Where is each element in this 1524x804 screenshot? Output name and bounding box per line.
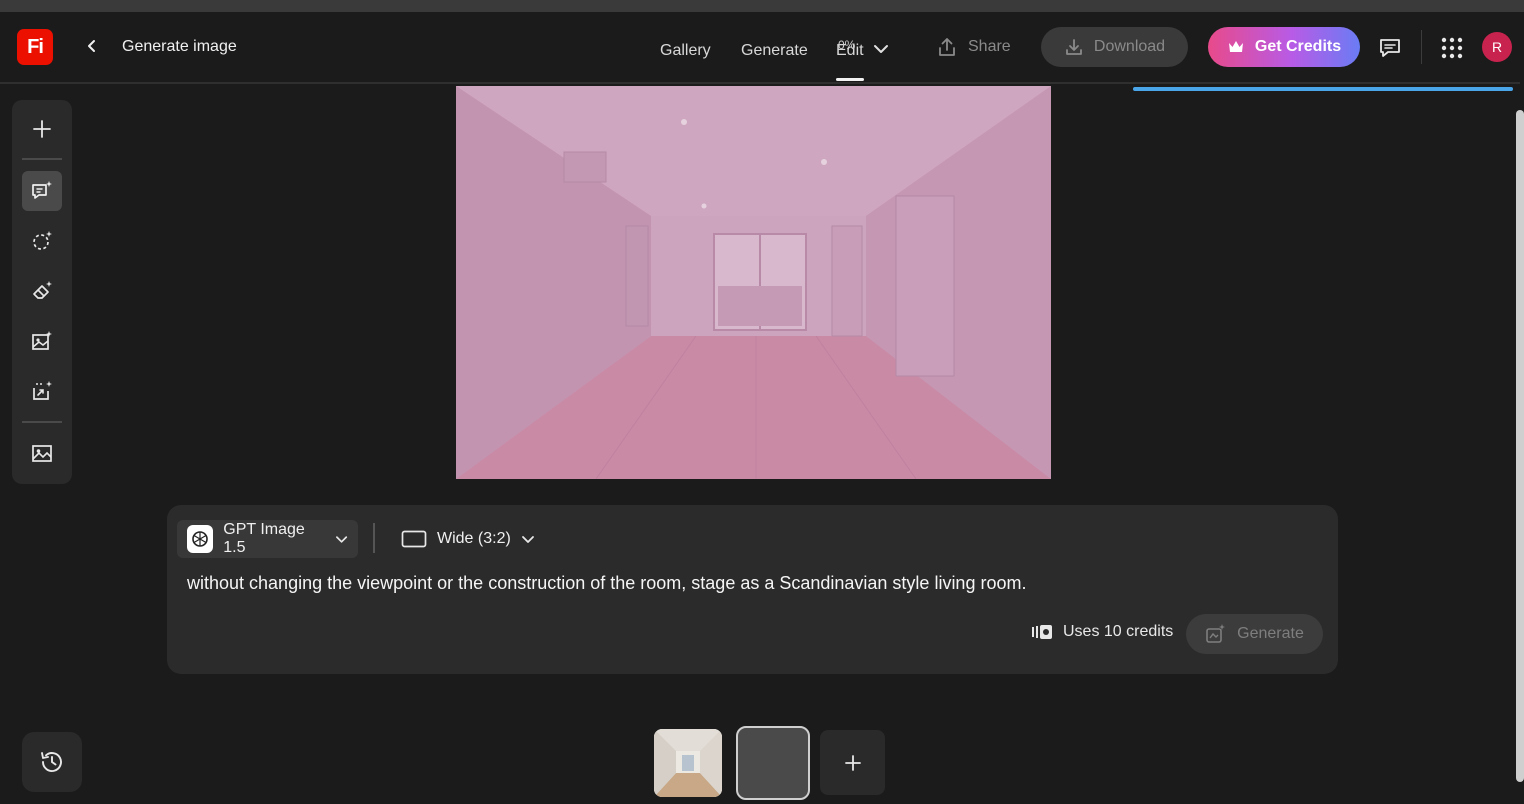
thumbnail-room-image <box>654 729 722 797</box>
share-button[interactable]: Share <box>936 34 1011 60</box>
feedback-button[interactable] <box>1376 34 1404 62</box>
header-divider-line <box>0 82 1520 84</box>
browser-top-strip <box>0 0 1524 12</box>
prompt-panel: GPT Image 1.5 Wide (3:2) without changin… <box>167 505 1338 674</box>
room-image <box>456 86 1051 479</box>
history-button[interactable] <box>22 732 82 792</box>
active-tab-indicator <box>836 78 864 81</box>
scrollbar-thumb[interactable] <box>1516 110 1524 782</box>
credits-info: Uses 10 credits <box>1031 623 1173 641</box>
add-image-button[interactable] <box>820 730 885 795</box>
apps-grid-icon <box>1441 37 1463 59</box>
crown-icon <box>1228 41 1243 52</box>
chevron-down-icon <box>335 536 347 543</box>
openai-logo-icon <box>187 525 214 553</box>
prompt-input[interactable]: without changing the viewpoint or the co… <box>187 573 1307 594</box>
apps-button[interactable] <box>1440 36 1464 60</box>
aspect-ratio-icon <box>401 530 427 548</box>
tab-generate[interactable]: Generate <box>741 42 808 60</box>
generative-fill-tool-button[interactable] <box>22 321 62 361</box>
image-tool-button[interactable] <box>22 433 62 473</box>
share-label: Share <box>968 38 1011 55</box>
aspect-ratio-label: Wide (3:2) <box>437 530 511 547</box>
add-tool-button[interactable] <box>22 109 62 149</box>
app-logo[interactable]: Fi <box>17 29 53 65</box>
share-icon <box>939 38 955 56</box>
thumbnail-original[interactable] <box>654 729 722 797</box>
thumbnail-selected[interactable] <box>736 726 810 800</box>
generation-progress-bar <box>1133 87 1513 91</box>
chevron-down-icon <box>874 45 888 53</box>
plus-icon <box>844 754 861 771</box>
app-header: Fi Generate image Gallery Generate Edit … <box>0 12 1524 82</box>
generate-sparkle-icon <box>1206 624 1226 643</box>
select-tool-button[interactable] <box>22 221 62 261</box>
image-icon <box>32 445 52 462</box>
expand-sparkle-icon <box>33 381 52 400</box>
panel-divider <box>373 523 375 553</box>
eraser-sparkle-icon <box>33 281 52 299</box>
edit-progress-badge: 0% <box>838 38 856 52</box>
tab-gallery[interactable]: Gallery <box>660 42 711 60</box>
chevron-left-icon <box>88 40 95 52</box>
credits-label: Uses 10 credits <box>1063 623 1174 640</box>
aspect-ratio-selector[interactable]: Wide (3:2) <box>401 520 535 558</box>
get-credits-button[interactable]: Get Credits <box>1208 27 1360 67</box>
prompt-edit-tool-button[interactable] <box>22 171 62 211</box>
toolbar-separator <box>22 158 62 160</box>
left-toolbar <box>12 100 72 484</box>
model-selector[interactable]: GPT Image 1.5 <box>177 520 358 558</box>
expand-tool-button[interactable] <box>22 371 62 411</box>
chevron-down-icon <box>521 536 534 543</box>
page-title: Generate image <box>122 38 237 55</box>
plus-icon <box>33 120 51 138</box>
history-icon <box>41 752 62 772</box>
canvas-image[interactable] <box>456 86 1051 479</box>
remove-tool-button[interactable] <box>22 271 62 311</box>
credits-icon <box>1032 625 1052 639</box>
chat-sparkle-icon <box>32 181 52 199</box>
model-label: GPT Image 1.5 <box>223 521 305 556</box>
header-divider <box>1421 30 1422 64</box>
generate-button[interactable]: Generate <box>1186 614 1323 654</box>
avatar[interactable]: R <box>1482 32 1512 62</box>
select-sparkle-icon <box>33 231 52 250</box>
download-button[interactable]: Download <box>1041 27 1188 67</box>
download-label: Download <box>1093 38 1166 55</box>
image-sparkle-icon <box>32 331 52 350</box>
get-credits-label: Get Credits <box>1254 38 1342 55</box>
download-icon <box>1066 39 1082 55</box>
generate-label: Generate <box>1237 625 1304 642</box>
back-button[interactable] <box>80 34 104 58</box>
tab-menu-chevron[interactable] <box>872 40 890 58</box>
logo-text: Fi <box>27 35 44 58</box>
toolbar-separator <box>22 421 62 423</box>
chat-icon <box>1380 39 1400 57</box>
